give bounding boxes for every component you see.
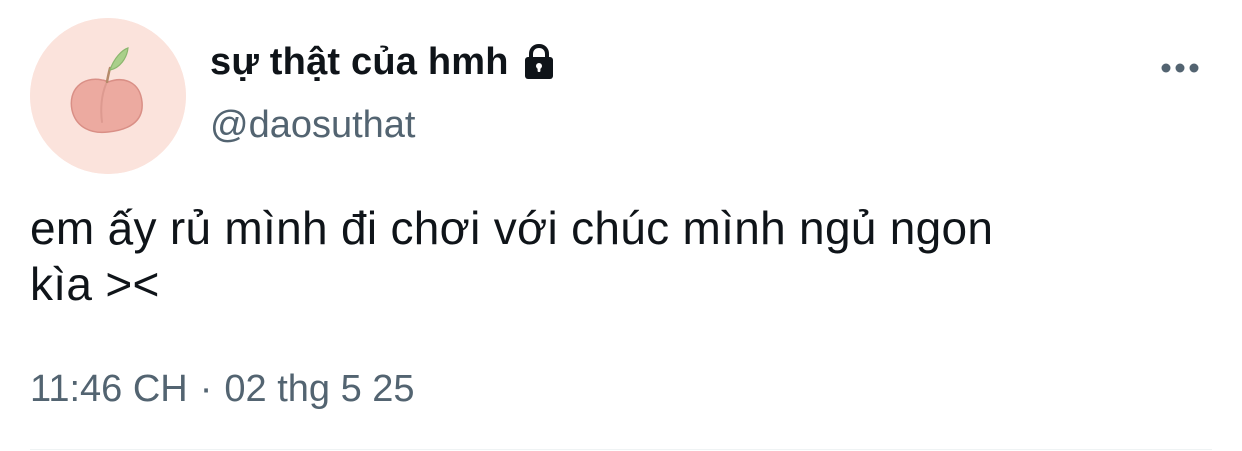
author-name-row: sự thật của hmh xyxy=(210,38,559,86)
tweet: sự thật của hmh @daosuthat em ấy rủ mình… xyxy=(0,0,1242,451)
divider xyxy=(30,449,1212,450)
author-handle[interactable]: @daosuthat xyxy=(210,104,416,147)
tweet-metadata: 11:46 CH · 02 thg 5 25 xyxy=(30,368,415,411)
tweet-text: em ấy rủ mình đi chơi với chúc mình ngủ … xyxy=(30,202,994,310)
tweet-date[interactable]: 02 thg 5 25 xyxy=(224,368,414,411)
display-name[interactable]: sự thật của hmh xyxy=(210,41,509,84)
tweet-time[interactable]: 11:46 CH xyxy=(30,368,188,411)
meta-separator: · xyxy=(199,368,213,410)
more-horizontal-icon xyxy=(1161,63,1199,73)
avatar[interactable] xyxy=(30,18,186,174)
lock-icon xyxy=(519,42,559,82)
more-options-button[interactable] xyxy=(1152,50,1208,86)
peach-icon xyxy=(30,18,186,174)
